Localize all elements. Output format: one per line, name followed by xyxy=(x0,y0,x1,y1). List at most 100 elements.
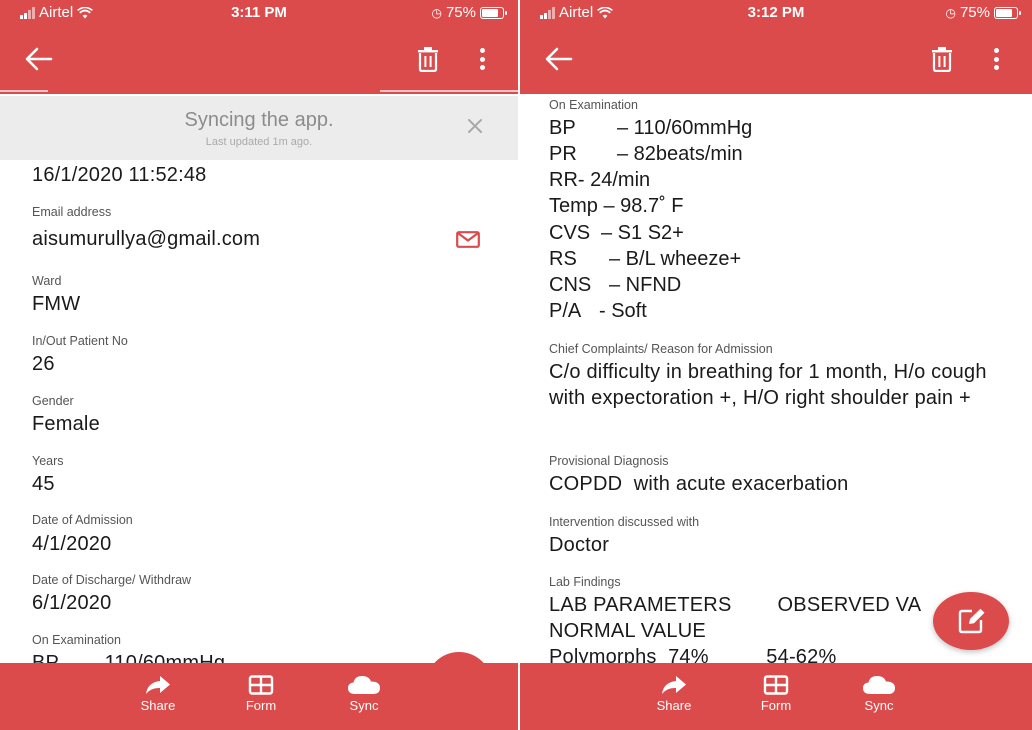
battery-icon xyxy=(480,6,507,19)
nav-share[interactable]: Share xyxy=(639,675,709,713)
exam-row-cvs: CVS – S1 S2+ xyxy=(549,222,684,245)
exam-value: – S1 S2+ xyxy=(601,222,684,244)
exam-row-temp: Temp – 98.7˚ F xyxy=(549,195,684,218)
exam-row-cns: CNS – NFND xyxy=(549,274,681,297)
exam-key: CNS xyxy=(549,274,592,296)
edit-icon xyxy=(958,608,985,634)
field-value-years: 45 xyxy=(32,473,55,495)
field-value-email: aisumurullya@gmail.com xyxy=(32,228,261,250)
diagnosis-value: COPDD with acute exacerbation xyxy=(549,473,849,495)
nav-form-label: Form xyxy=(760,698,792,713)
battery: ◷ 75% xyxy=(945,4,1021,21)
exam-value: Temp – 98.7˚ F xyxy=(549,195,684,217)
nav-form[interactable]: Form xyxy=(226,675,296,713)
nav-sync[interactable]: Sync xyxy=(329,675,399,713)
more-options-icon[interactable] xyxy=(477,48,487,70)
field-label: On Examination xyxy=(32,633,121,647)
exam-key: CVS xyxy=(549,222,591,244)
nav-share[interactable]: Share xyxy=(123,675,193,713)
nav-sync-label: Sync xyxy=(349,698,379,713)
field-label: Years xyxy=(32,454,64,468)
cloud-icon xyxy=(348,676,380,694)
status-bar: Airtel 3:11 PM ◷ 75% xyxy=(0,0,518,24)
share-icon xyxy=(146,676,170,694)
nav-share-label: Share xyxy=(140,698,176,713)
exam-row-pa: P/A - Soft xyxy=(549,300,647,323)
field-value-examination: BP – 110/60mmHg xyxy=(32,652,226,663)
form-table-icon xyxy=(248,675,274,695)
close-icon[interactable] xyxy=(466,117,484,135)
complaints-value: C/o difficulty in breathing for 1 month,… xyxy=(549,361,987,409)
exam-value: – 82beats/min xyxy=(617,143,743,165)
exam-row-pr: PR – 82beats/min xyxy=(549,143,743,166)
lab-findings-line: Polymorphs 74% 54-62% xyxy=(549,646,837,663)
intervention-label: Intervention discussed with xyxy=(549,515,700,529)
exam-key: P/A xyxy=(549,300,582,322)
nav-share-label: Share xyxy=(656,698,692,713)
alarm-icon: ◷ xyxy=(945,5,956,20)
status-bar: Airtel 3:12 PM ◷ 75% xyxy=(520,0,1032,24)
back-arrow-icon[interactable] xyxy=(544,46,574,72)
lab-findings-line: LAB PARAMETERS OBSERVED VA xyxy=(549,594,922,616)
nav-sync-label: Sync xyxy=(864,698,894,713)
mail-icon[interactable] xyxy=(456,231,480,248)
exam-key: PR xyxy=(549,143,577,165)
battery: ◷ 75% xyxy=(431,4,507,21)
phone-screen-left: Airtel 3:11 PM ◷ 75% Syncing the app. La… xyxy=(0,0,518,730)
bottom-nav: Share Form Sync xyxy=(0,663,518,730)
app-bar xyxy=(0,24,518,94)
form-table-icon xyxy=(763,675,789,695)
battery-icon xyxy=(994,6,1021,19)
exam-value: - Soft xyxy=(599,300,647,322)
battery-percent: 75% xyxy=(445,4,476,21)
alarm-icon: ◷ xyxy=(431,5,442,20)
app-bar xyxy=(520,24,1032,94)
trash-icon[interactable] xyxy=(930,46,954,72)
more-options-icon[interactable] xyxy=(991,48,1001,70)
sync-banner-title: Syncing the app. xyxy=(184,109,334,131)
exam-row-rr: RR- 24/min xyxy=(549,169,650,192)
field-value-discharge-date: 6/1/2020 xyxy=(32,592,112,614)
sync-banner: Syncing the app. Last updated 1m ago. xyxy=(0,96,518,160)
lab-findings-label: Lab Findings xyxy=(549,575,621,589)
nav-form-label: Form xyxy=(245,698,277,713)
phone-screen-right: Airtel 3:12 PM ◷ 75% On Examination BP – … xyxy=(520,0,1032,730)
record-details: 16/1/2020 11:52:48 Email address aisumur… xyxy=(0,160,518,663)
field-label: In/Out Patient No xyxy=(32,334,128,348)
lab-findings-line: NORMAL VALUE xyxy=(549,620,706,642)
nav-form[interactable]: Form xyxy=(741,675,811,713)
exam-row-rs: RS – B/L wheeze+ xyxy=(549,248,741,271)
exam-value: – NFND xyxy=(609,274,682,296)
battery-percent: 75% xyxy=(959,4,990,21)
field-label: Date of Discharge/ Withdraw xyxy=(32,573,192,587)
bottom-nav: Share Form Sync xyxy=(520,663,1032,730)
exam-key: BP xyxy=(549,117,576,139)
field-label: Gender xyxy=(32,394,74,408)
diagnosis-label: Provisional Diagnosis xyxy=(549,454,669,468)
field-value-admission-date: 4/1/2020 xyxy=(32,533,112,555)
record-details: On Examination BP – 110/60mmHg PR – 82beat… xyxy=(520,94,1032,663)
exam-key: RS xyxy=(549,248,577,270)
exam-row-bp: BP – 110/60mmHg xyxy=(549,117,752,140)
field-value-patient-no: 26 xyxy=(32,353,55,375)
record-timestamp: 16/1/2020 11:52:48 xyxy=(32,164,207,186)
share-icon xyxy=(662,676,686,694)
back-arrow-icon[interactable] xyxy=(24,46,54,72)
field-value-ward: FMW xyxy=(32,293,81,315)
field-label: Ward xyxy=(32,274,62,288)
cloud-icon xyxy=(863,676,895,694)
complaints-label: Chief Complaints/ Reason for Admission xyxy=(549,342,773,356)
sync-progress-bar xyxy=(0,88,518,94)
edit-fab-button[interactable] xyxy=(933,592,1009,650)
exam-value: RR- 24/min xyxy=(549,169,651,191)
field-label: Email address xyxy=(32,205,112,219)
field-label: Date of Admission xyxy=(32,513,133,527)
sync-banner-subtitle: Last updated 1m ago. xyxy=(205,136,313,148)
exam-value: – B/L wheeze+ xyxy=(609,248,742,270)
exam-value: – 110/60mmHg xyxy=(617,117,753,139)
trash-icon[interactable] xyxy=(416,46,440,72)
nav-sync[interactable]: Sync xyxy=(844,675,914,713)
intervention-value: Doctor xyxy=(549,534,610,556)
field-value-gender: Female xyxy=(32,413,100,435)
exam-label: On Examination xyxy=(549,98,638,112)
